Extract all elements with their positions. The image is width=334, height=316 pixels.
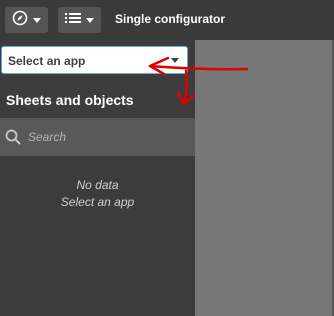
annotation-arrow-horizontal [148, 56, 249, 76]
annotation-arrow-vertical [176, 69, 195, 106]
annotation-overlay [148, 56, 249, 106]
